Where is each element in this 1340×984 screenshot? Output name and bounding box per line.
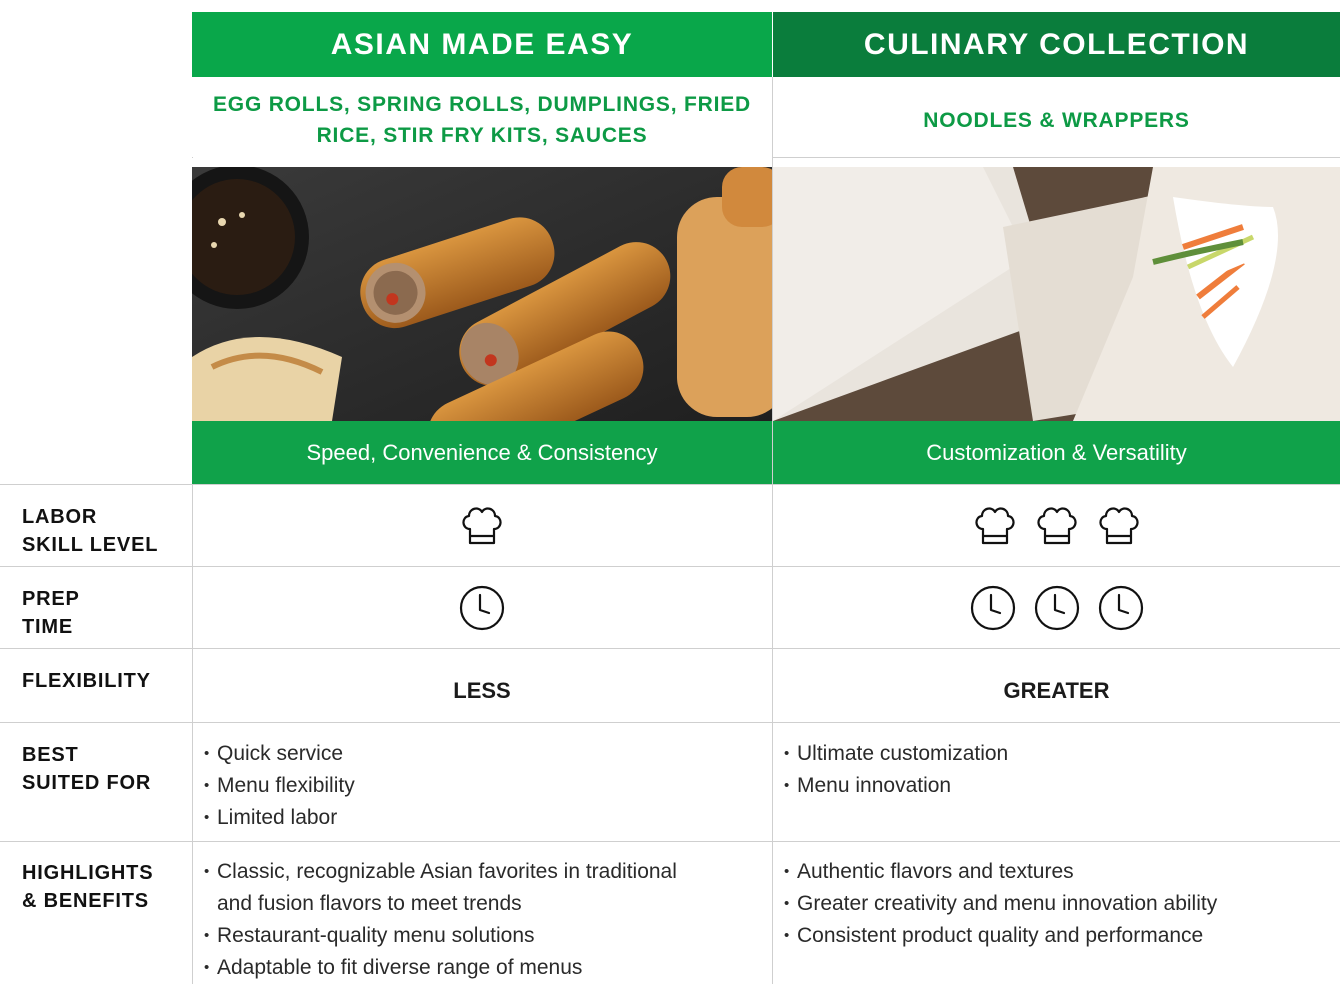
flexibility-value: LESS	[192, 656, 772, 726]
row-label-line: TIME	[22, 616, 73, 638]
subtitle-line: EGG ROLLS, SPRING ROLLS, DUMPLINGS, FRIE…	[213, 93, 751, 116]
row-label-line: & BENEFITS	[22, 890, 149, 912]
labor-skill-icons	[192, 485, 772, 566]
prep-time-icons	[773, 567, 1340, 648]
row-divider	[192, 157, 193, 158]
flexibility-value: GREATER	[773, 656, 1340, 726]
column-subtitle: EGG ROLLS, SPRING ROLLS, DUMPLINGS, FRIE…	[192, 88, 772, 152]
subtitle-line: NOODLES & WRAPPERS	[923, 108, 1190, 132]
row-label-labor-skill: LABOR SKILL LEVEL	[22, 503, 158, 559]
row-label-line: SKILL LEVEL	[22, 534, 159, 556]
row-divider	[0, 648, 1340, 649]
list-item: Quick service	[204, 738, 764, 770]
row-label-line: FLEXIBILITY	[22, 670, 151, 692]
customization-band: Customization & Versatility	[773, 421, 1340, 484]
row-label-line: PREP	[22, 588, 80, 610]
column-title: CULINARY COLLECTION	[863, 27, 1250, 61]
row-label-line: BEST	[22, 744, 79, 766]
list-item: Authentic flavors and textures	[784, 856, 1334, 888]
row-label-highlights: HIGHLIGHTS & BENEFITS	[22, 859, 153, 915]
speed-band: Speed, Convenience & Consistency	[192, 421, 772, 484]
clock-icon	[1034, 585, 1079, 630]
list-item: Limited labor	[204, 802, 764, 834]
column-subtitle: NOODLES & WRAPPERS	[773, 88, 1340, 152]
row-label-flexibility: FLEXIBILITY	[22, 667, 151, 695]
row-divider	[772, 157, 1340, 158]
list-item: Menu innovation	[784, 770, 1334, 802]
chef-hat-icon	[974, 506, 1015, 544]
list-item: Classic, recognizable Asian favorites in…	[204, 856, 769, 888]
flexibility-text: GREATER	[1003, 678, 1110, 703]
prep-time-icons	[192, 567, 772, 648]
list-item: Adaptable to fit diverse range of menus	[204, 952, 769, 984]
wrappers-illustration	[773, 167, 1340, 421]
row-divider	[0, 841, 1340, 842]
clock-icon	[459, 585, 505, 630]
column-title: ASIAN MADE EASY	[330, 27, 634, 61]
list-item: Consistent product quality and performan…	[784, 920, 1334, 952]
clock-icon	[970, 585, 1015, 630]
labor-skill-icons	[773, 485, 1340, 566]
column-header-culinary-collection: CULINARY COLLECTION	[773, 12, 1340, 77]
chef-hat-icon	[462, 506, 502, 544]
row-label-line: SUITED FOR	[22, 772, 152, 794]
list-item-continued: and fusion flavors to meet trends	[217, 892, 522, 915]
wrappers-photo	[773, 167, 1340, 421]
row-label-line: LABOR	[22, 506, 98, 528]
clock-icon	[1098, 585, 1143, 630]
list-item: Greater creativity and menu innovation a…	[784, 888, 1334, 920]
list-item: Restaurant-quality menu solutions	[204, 920, 769, 952]
egg-rolls-photo	[192, 167, 772, 421]
egg-rolls-illustration	[192, 167, 772, 421]
list-item: Menu flexibility	[204, 770, 764, 802]
highlights-list: Authentic flavors and textures Greater c…	[784, 856, 1334, 952]
highlights-list: Classic, recognizable Asian favorites in…	[204, 856, 769, 984]
row-label-best-suited: BEST SUITED FOR	[22, 741, 151, 797]
chef-hat-icon	[1036, 506, 1077, 544]
best-suited-list: Quick service Menu flexibility Limited l…	[204, 738, 764, 834]
row-label-line: HIGHLIGHTS	[22, 862, 154, 884]
band-label: Customization & Versatility	[926, 439, 1187, 465]
row-label-prep-time: PREP TIME	[22, 585, 80, 641]
flexibility-text: LESS	[453, 678, 511, 703]
best-suited-list: Ultimate customization Menu innovation	[784, 738, 1334, 802]
chef-hat-icon	[1098, 506, 1139, 544]
list-item: Ultimate customization	[784, 738, 1334, 770]
subtitle-line: RICE, STIR FRY KITS, SAUCES	[316, 124, 648, 147]
column-header-asian-made-easy: ASIAN MADE EASY	[192, 12, 772, 77]
band-label: Speed, Convenience & Consistency	[306, 439, 658, 465]
